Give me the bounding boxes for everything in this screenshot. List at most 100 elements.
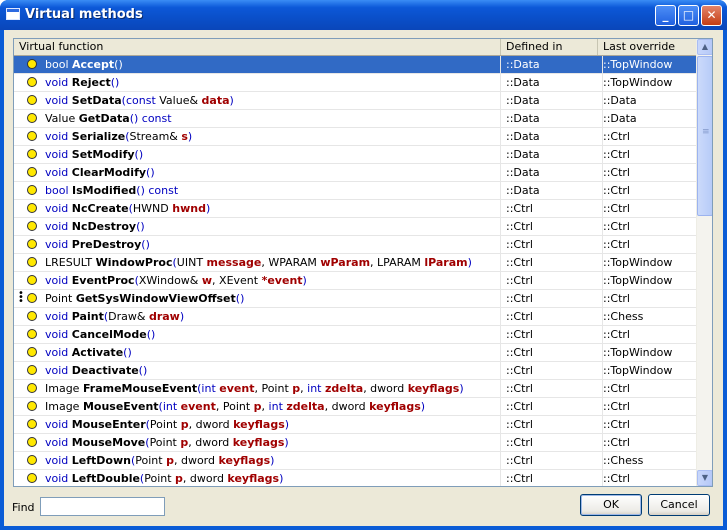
signature-token: keyflags [232, 436, 285, 449]
signature-token: zdelta [286, 400, 325, 413]
table-row[interactable]: void SetData(const Value& data)::Data::D… [14, 92, 696, 110]
signature-token: int [268, 400, 287, 413]
signature-token: , Point [254, 382, 293, 395]
signature-token: bool [45, 184, 72, 197]
table-row[interactable]: void SetModify()::Data::Ctrl [14, 146, 696, 164]
signature-token: p [253, 400, 262, 413]
column-header-last-override[interactable]: Last override [598, 39, 696, 55]
virtual-method-icon [27, 77, 37, 87]
signature-token: , dword [188, 436, 233, 449]
signature-token: Paint [71, 310, 104, 323]
signature-token: () const [136, 184, 179, 197]
last-override-cell: ::Ctrl [603, 166, 630, 179]
virtual-method-icon [27, 203, 37, 213]
table-row[interactable]: bool IsModified() const::Data::Ctrl [14, 182, 696, 200]
table-row[interactable]: void NcDestroy()::Ctrl::Ctrl [14, 218, 696, 236]
virtual-method-icon [27, 59, 37, 69]
list-rows: bool Accept()::Data::TopWindow void Rejec… [14, 56, 696, 486]
table-row[interactable]: void NcCreate(HWND hwnd)::Ctrl::Ctrl [14, 200, 696, 218]
method-signature: void Serialize(Stream& s) [45, 128, 192, 145]
signature-token: p [292, 382, 301, 395]
virtual-function-cell: void Activate() [14, 344, 501, 361]
column-header-defined-in[interactable]: Defined in [501, 39, 598, 55]
defined-in-cell: ::Data [501, 56, 603, 73]
virtual-function-cell: Image MouseEvent(int event, Point p, int… [14, 398, 501, 415]
signature-token: EventProc [71, 274, 135, 287]
minimize-button[interactable]: _ [655, 5, 676, 26]
defined-in-cell: ::Ctrl [501, 290, 603, 307]
column-header-virtual-function[interactable]: Virtual function [14, 39, 501, 55]
signature-token: Deactivate [71, 364, 139, 377]
virtual-function-cell: void Paint(Draw& draw) [14, 308, 501, 325]
signature-token: void [45, 76, 72, 89]
signature-token: ) [187, 130, 193, 143]
method-signature: void Paint(Draw& draw) [45, 308, 184, 325]
signature-token: , LPARAM [370, 256, 425, 269]
signature-token: , dword [173, 454, 219, 467]
close-button[interactable]: ✕ [701, 5, 722, 26]
table-row[interactable]: void Serialize(Stream& s)::Data::Ctrl [14, 128, 696, 146]
last-override-cell: ::Chess [603, 454, 644, 467]
scroll-down-button[interactable]: ▼ [697, 470, 712, 486]
table-row[interactable]: void Activate()::Ctrl::TopWindow [14, 344, 696, 362]
defined-in-cell: ::Ctrl [501, 380, 603, 397]
signature-token: void [45, 130, 72, 143]
table-row[interactable]: void PreDestroy()::Ctrl::Ctrl [14, 236, 696, 254]
table-row[interactable]: Image FrameMouseEvent(int event, Point p… [14, 380, 696, 398]
virtual-method-icon [27, 95, 37, 105]
signature-token: , dword [363, 382, 408, 395]
signature-token: () [146, 328, 156, 341]
last-override-cell: ::Data [603, 94, 637, 107]
table-row[interactable]: void LeftDouble(Point p, dword keyflags)… [14, 470, 696, 486]
signature-token: Point [149, 436, 181, 449]
table-row[interactable]: void Paint(Draw& draw)::Ctrl::Chess [14, 308, 696, 326]
signature-token: PreDestroy [71, 238, 142, 251]
signature-token: GetSysWindowViewOffset [75, 292, 236, 305]
signature-token: Point [149, 418, 181, 431]
scroll-up-button[interactable]: ▲ [697, 39, 712, 55]
table-row[interactable]: bool Accept()::Data::TopWindow [14, 56, 696, 74]
signature-token: ) [284, 436, 289, 449]
find-input[interactable] [40, 497, 165, 516]
table-row[interactable]: void ClearModify()::Data::Ctrl [14, 164, 696, 182]
defined-in-cell: ::Ctrl [501, 434, 603, 451]
drag-grip-icon[interactable]: • • • [18, 290, 24, 307]
virtual-method-icon [27, 455, 37, 465]
table-row[interactable]: Value GetData() const::Data::Data [14, 110, 696, 128]
table-row[interactable]: void LeftDown(Point p, dword keyflags)::… [14, 452, 696, 470]
maximize-button[interactable]: □ [678, 5, 699, 26]
vertical-scrollbar[interactable]: ▲ ≡ ▼ [696, 39, 712, 486]
title-bar[interactable]: Virtual methods _ □ ✕ [0, 0, 727, 30]
virtual-methods-list[interactable]: Virtual function Defined in Last overrid… [13, 38, 713, 487]
virtual-method-icon [27, 401, 37, 411]
virtual-function-cell: void NcCreate(HWND hwnd) [14, 200, 501, 217]
cancel-button[interactable]: Cancel [648, 494, 710, 516]
last-override-cell: ::Ctrl [603, 472, 630, 485]
signature-token: p [166, 454, 174, 467]
table-row[interactable]: void Reject()::Data::TopWindow [14, 74, 696, 92]
ok-button[interactable]: OK [580, 494, 642, 516]
virtual-function-cell: void ClearModify() [14, 164, 501, 181]
defined-in-cell: ::Ctrl [501, 362, 603, 379]
virtual-method-icon [27, 257, 37, 267]
scroll-thumb[interactable]: ≡ [697, 56, 712, 216]
virtual-method-icon [27, 275, 37, 285]
table-row[interactable]: LRESULT WindowProc(UINT message, WPARAM … [14, 254, 696, 272]
method-signature: void CancelMode() [45, 326, 155, 343]
defined-in-cell: ::Data [501, 110, 603, 127]
signature-token: keyflags [227, 472, 280, 485]
signature-token: void [45, 220, 72, 233]
table-row[interactable]: void CancelMode()::Ctrl::Ctrl [14, 326, 696, 344]
table-row[interactable]: void Deactivate()::Ctrl::TopWindow [14, 362, 696, 380]
table-row[interactable]: • • • Point GetSysWindowViewOffset()::Ctrl:… [14, 290, 696, 308]
defined-in-cell: ::Ctrl [501, 452, 603, 469]
signature-token: message [206, 256, 262, 269]
table-row[interactable]: void MouseMove(Point p, dword keyflags):… [14, 434, 696, 452]
defined-in-cell: ::Ctrl [501, 398, 603, 415]
table-row[interactable]: void MouseEnter(Point p, dword keyflags)… [14, 416, 696, 434]
table-row[interactable]: Image MouseEvent(int event, Point p, int… [14, 398, 696, 416]
virtual-function-cell: void LeftDouble(Point p, dword keyflags) [14, 470, 501, 486]
virtual-method-icon [27, 419, 37, 429]
table-row[interactable]: void EventProc(XWindow& w, XEvent *event… [14, 272, 696, 290]
signature-token: void [45, 94, 72, 107]
